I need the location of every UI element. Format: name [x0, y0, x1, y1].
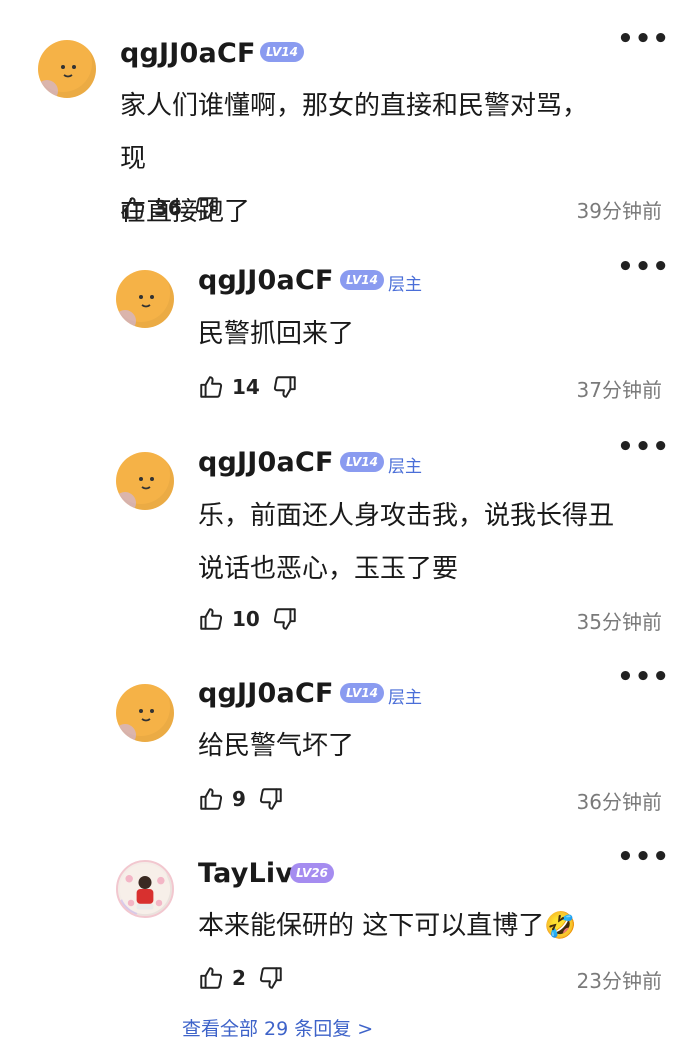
user-avatar[interactable] [116, 270, 174, 328]
comment-actions: 36 [120, 193, 220, 223]
more-options-button[interactable]: ••• [617, 252, 670, 282]
more-options-button[interactable]: ••• [617, 432, 670, 462]
like-count: 9 [232, 787, 246, 811]
more-options-button[interactable]: ••• [617, 842, 670, 872]
comment-text-line: 乐，前面还人身攻击我，说我长得丑 [198, 501, 615, 531]
comment-text: 给民警气坏了 [198, 720, 678, 773]
username[interactable]: TayLiv [198, 858, 293, 889]
op-tag: 层主 [388, 275, 422, 295]
thumbs-up-icon[interactable] [198, 374, 224, 400]
timestamp: 35分钟前 [576, 610, 662, 634]
thumbs-down-icon[interactable] [272, 606, 298, 632]
thumbs-up-icon[interactable] [120, 195, 146, 221]
user-avatar[interactable] [116, 860, 174, 918]
profile-photo-icon [119, 863, 171, 915]
view-all-replies-link[interactable]: 查看全部 29 条回复 > [182, 1014, 373, 1041]
level-badge: LV14 [260, 42, 304, 62]
user-avatar[interactable] [116, 452, 174, 510]
thumbs-down-icon[interactable] [258, 786, 284, 812]
timestamp: 23分钟前 [576, 969, 662, 993]
comment-text-line: 给民警气坏了 [198, 731, 355, 761]
smiley-face-icon [139, 295, 154, 308]
level-badge: LV14 [340, 452, 384, 472]
comment-actions: 10 [198, 604, 298, 634]
thumbs-down-icon[interactable] [194, 195, 220, 221]
comment-text: 乐，前面还人身攻击我，说我长得丑 说话也恶心，玉玉了要 [198, 490, 678, 596]
like-count: 10 [232, 607, 260, 631]
smiley-face-icon [61, 65, 76, 78]
like-count: 14 [232, 375, 260, 399]
op-tag: 层主 [388, 457, 422, 477]
like-count: 36 [154, 196, 182, 220]
level-badge: LV26 [290, 863, 334, 883]
comment-actions: 9 [198, 784, 284, 814]
username[interactable]: qgJJ0aCF [198, 265, 334, 296]
timestamp: 36分钟前 [576, 790, 662, 814]
comment-actions: 2 [198, 963, 284, 993]
comment-text-line: 本来能保研的 这下可以直博了🤣 [198, 911, 577, 941]
op-tag: 层主 [388, 688, 422, 708]
like-count: 2 [232, 966, 246, 990]
comment-text: 民警抓回来了 [198, 308, 678, 361]
comment-actions: 14 [198, 372, 298, 402]
comment-text-line: 说话也恶心，玉玉了要 [198, 554, 459, 584]
smiley-face-icon [139, 477, 154, 490]
comment-text-line: 民警抓回来了 [198, 319, 355, 349]
thumbs-down-icon[interactable] [258, 965, 284, 991]
comment-text: 本来能保研的 这下可以直博了🤣 [198, 900, 678, 953]
level-badge: LV14 [340, 683, 384, 703]
level-badge: LV14 [340, 270, 384, 290]
smiley-face-icon [139, 709, 154, 722]
thumbs-up-icon[interactable] [198, 965, 224, 991]
thumbs-up-icon[interactable] [198, 786, 224, 812]
thumbs-up-icon[interactable] [198, 606, 224, 632]
thumbs-down-icon[interactable] [272, 374, 298, 400]
user-avatar[interactable] [116, 684, 174, 742]
timestamp: 39分钟前 [576, 199, 662, 223]
timestamp: 37分钟前 [576, 378, 662, 402]
username[interactable]: qgJJ0aCF [198, 678, 334, 709]
username[interactable]: qgJJ0aCF [198, 447, 334, 478]
user-avatar[interactable] [38, 40, 96, 98]
more-options-button[interactable]: ••• [617, 24, 670, 54]
comment-text-line: 家人们谁懂啊，那女的直接和民警对骂，现 [120, 91, 589, 174]
username[interactable]: qgJJ0aCF [120, 38, 256, 69]
more-options-button[interactable]: ••• [617, 662, 670, 692]
